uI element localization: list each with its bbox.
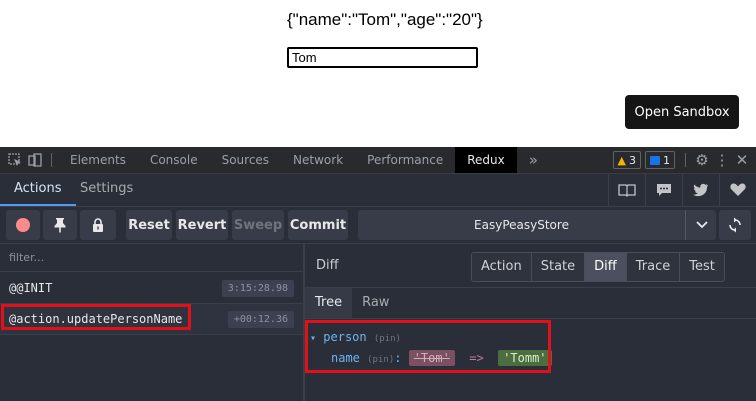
twitter-bird-icon[interactable] bbox=[682, 174, 719, 206]
lock-button[interactable] bbox=[80, 210, 116, 240]
tab-test[interactable]: Test bbox=[679, 253, 724, 281]
inspector-pane: Diff Action State Diff Trace Test Tree R… bbox=[305, 244, 756, 401]
warnings-count: 3 bbox=[629, 153, 636, 167]
inspector-header: Diff Action State Diff Trace Test bbox=[305, 244, 756, 288]
diff-tree: ▾ person (pin) name (pin): 'Tom' => 'Tom… bbox=[305, 319, 756, 401]
view-subtabs: Tree Raw bbox=[305, 288, 756, 319]
redux-header-icons bbox=[608, 174, 756, 206]
devtools-tab-bar: Elements Console Sources Network Perform… bbox=[0, 147, 756, 174]
tab-settings[interactable]: Settings bbox=[80, 174, 133, 204]
tab-network[interactable]: Network bbox=[281, 147, 355, 173]
tab-state[interactable]: State bbox=[530, 253, 585, 281]
device-toolbar-icon[interactable] bbox=[25, 147, 45, 173]
pin-icon bbox=[54, 218, 66, 233]
inspector-title: Diff bbox=[316, 258, 339, 273]
sweep-button[interactable]: Sweep bbox=[232, 210, 284, 240]
inspect-element-icon[interactable] bbox=[5, 147, 25, 173]
record-dot-icon bbox=[16, 218, 30, 232]
action-list-item[interactable]: @@INIT 3:15:28.98 bbox=[0, 273, 303, 304]
redux-tab-bar: Actions Settings bbox=[0, 174, 756, 207]
tab-console[interactable]: Console bbox=[138, 147, 210, 173]
lock-icon bbox=[93, 217, 103, 232]
tab-tree[interactable]: Tree bbox=[305, 288, 353, 318]
sync-icon[interactable] bbox=[719, 210, 751, 240]
name-input[interactable] bbox=[287, 47, 478, 68]
inspector-mode-switch: Action State Diff Trace Test bbox=[471, 252, 725, 282]
devtools-right-controls: ▲ 3 1 ⚙ ⋮ ✕ bbox=[612, 147, 756, 173]
tab-elements[interactable]: Elements bbox=[58, 147, 138, 173]
filter-input[interactable]: filter... bbox=[0, 244, 303, 272]
revert-button[interactable]: Revert bbox=[176, 210, 228, 240]
reset-button[interactable]: Reset bbox=[126, 210, 172, 240]
tab-trace[interactable]: Trace bbox=[625, 253, 680, 281]
divider bbox=[685, 153, 686, 167]
feedback-chat-icon[interactable] bbox=[645, 174, 682, 206]
more-tabs-icon[interactable]: » bbox=[517, 147, 550, 173]
redux-toolbar: Reset Revert Sweep Commit EasyPeasyStore bbox=[0, 207, 756, 244]
action-list-pane: filter... @@INIT 3:15:28.98 @action.upda… bbox=[0, 244, 305, 401]
tab-redux[interactable]: Redux bbox=[455, 147, 517, 173]
warnings-badge[interactable]: ▲ 3 bbox=[612, 151, 641, 169]
store-select[interactable]: EasyPeasyStore bbox=[358, 210, 716, 240]
tab-sources[interactable]: Sources bbox=[210, 147, 281, 173]
action-timestamp[interactable]: +00:12.36 bbox=[227, 311, 294, 328]
devtools-panel: Elements Console Sources Network Perform… bbox=[0, 147, 756, 401]
messages-count: 1 bbox=[663, 153, 670, 167]
record-button[interactable] bbox=[6, 210, 40, 240]
pin-button[interactable] bbox=[43, 210, 77, 240]
tab-raw[interactable]: Raw bbox=[352, 288, 399, 318]
tab-action[interactable]: Action bbox=[472, 253, 531, 281]
store-select-value: EasyPeasyStore bbox=[474, 218, 569, 232]
settings-gear-icon[interactable]: ⚙ bbox=[692, 147, 712, 173]
commit-button[interactable]: Commit bbox=[288, 210, 348, 240]
tab-actions[interactable]: Actions bbox=[0, 174, 76, 206]
highlight-box bbox=[1, 304, 191, 330]
action-name: @@INIT bbox=[9, 281, 53, 295]
warning-icon: ▲ bbox=[617, 153, 626, 167]
messages-badge[interactable]: 1 bbox=[645, 151, 675, 169]
tab-diff[interactable]: Diff bbox=[584, 253, 626, 281]
divider bbox=[51, 153, 52, 167]
action-timestamp[interactable]: 3:15:28.98 bbox=[221, 280, 294, 297]
docs-book-icon[interactable] bbox=[608, 174, 645, 206]
highlight-box bbox=[305, 320, 551, 373]
state-json-text: {"name":"Tom","age":"20"} bbox=[287, 10, 483, 29]
close-icon[interactable]: ✕ bbox=[732, 147, 752, 173]
tab-performance[interactable]: Performance bbox=[355, 147, 455, 173]
message-icon bbox=[650, 155, 660, 165]
heart-icon[interactable] bbox=[719, 174, 756, 206]
app-preview: {"name":"Tom","age":"20"} Open Sandbox bbox=[0, 0, 756, 147]
kebab-menu-icon[interactable]: ⋮ bbox=[712, 147, 732, 173]
open-sandbox-button[interactable]: Open Sandbox bbox=[625, 95, 739, 129]
chevron-down-icon[interactable] bbox=[685, 210, 717, 240]
